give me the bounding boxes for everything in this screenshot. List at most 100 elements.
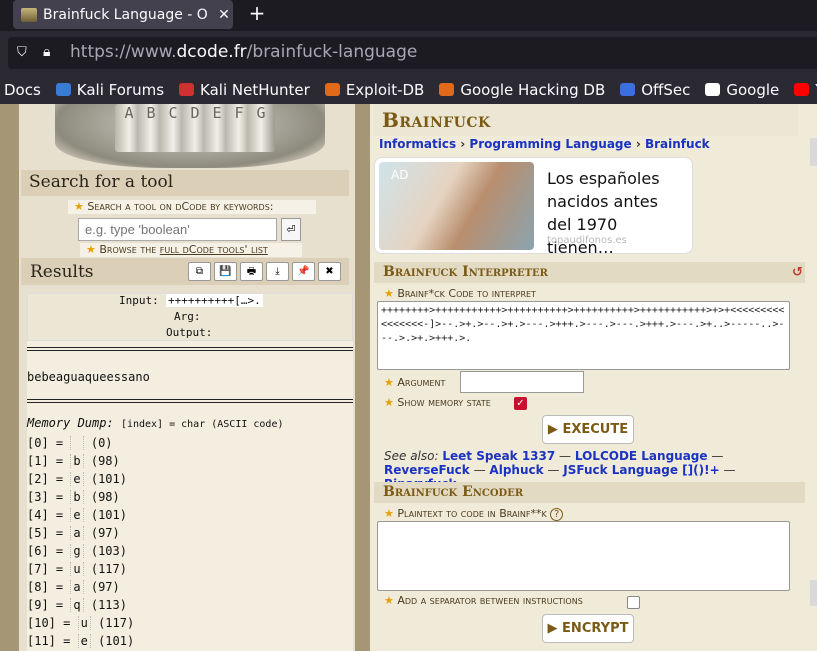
memory-state-checkbox[interactable]: ✓ [514,397,527,410]
interpreter-heading: Brainfuck Interpreter [374,262,805,283]
copy-button[interactable]: ⧉ [188,262,211,281]
bookmark-label: Docs [4,80,41,99]
memory-row: [1] = b (98) [27,454,120,468]
plaintext-textarea[interactable] [377,521,790,591]
breadcrumb-brainfuck[interactable]: Brainfuck [645,137,710,151]
scrollbar-thumb[interactable] [810,580,817,606]
memory-row: [0] = (0) [27,436,113,450]
input-value: ++++++++++[…>. [166,294,263,307]
star-icon: ★ [384,376,394,389]
argument-input[interactable] [460,371,584,393]
encrypt-button[interactable]: ▶ ENCRYPT [542,614,634,643]
bookmark-item[interactable]: YouTube [794,81,817,99]
bookmark-item[interactable]: Docs [4,81,41,99]
code-label: ★ Brainf*ck Code to interpret [384,287,536,300]
pin-button[interactable]: 📌 [292,262,315,281]
bookmark-icon [179,83,195,96]
bookmark-item[interactable]: Google Hacking DB [439,81,605,99]
star-icon: ★ [384,287,394,300]
bookmark-label: Kali Forums [76,80,165,99]
bookmark-icon [324,83,340,96]
page-title: Brainfuck [374,104,798,136]
search-heading: Search for a tool [21,170,349,196]
cryptex-logo: ABCDEFG [55,104,325,168]
memory-row: [3] = b (98) [27,490,120,504]
bookmark-item[interactable]: OffSec [620,81,690,99]
memory-row: [9] = q (113) [27,598,127,612]
memory-row: [10] = u (117) [27,616,135,630]
bookmark-icon [439,83,455,96]
link-alphuck[interactable]: Alphuck [489,463,543,477]
star-icon: ★ [74,200,84,213]
divider [27,399,353,403]
memory-state-label: ★ Show memory state [384,396,491,409]
link-jsfuck[interactable]: JSFuck Language []()!+ [563,463,719,477]
bookmark-icon [705,83,721,96]
tab-close-icon[interactable]: ✕ [215,7,233,23]
link-lolcode[interactable]: LOLCODE Language [575,449,708,463]
memory-row: [7] = u (117) [27,562,127,576]
encoder-heading: Brainfuck Encoder [374,482,805,503]
shield-icon[interactable]: ⛉ [17,45,31,61]
search-button[interactable]: ⏎ [281,218,301,241]
favicon-icon [21,7,37,22]
input-label: Input: [119,294,159,307]
bookmark-item[interactable]: Kali NetHunter [179,81,310,99]
bookmarks-bar: Docs Kali Forums Kali NetHunter Exploit-DB G… [0,75,817,104]
memory-row: [11] = e (101) [27,634,135,648]
bookmark-icon [55,83,71,96]
plaintext-label: ★ Plaintext to code in Brainf**k ? [384,507,564,521]
breadcrumb: Informatics › Programming Language › Bra… [379,137,710,151]
bookmark-item[interactable]: Kali Forums [55,80,165,99]
cryptex-ring: G [247,104,275,152]
lock-icon[interactable]: 🔒︎ [43,44,59,62]
memory-row: [8] = a (97) [27,580,120,594]
bookmark-label: Google Hacking DB [460,80,606,99]
ad-tag: AD [391,168,409,182]
browser-tab[interactable]: Brainfuck Language - O ✕ [13,0,233,29]
results-heading: Results [30,262,94,282]
output-label: Output: [166,326,213,339]
star-icon: ★ [384,507,394,520]
refresh-icon[interactable]: ↺ [792,265,803,280]
bookmark-icon [794,83,810,96]
ad-source: topaudifonos.es [547,235,627,246]
new-tab-button[interactable]: + [247,3,267,25]
star-icon: ★ [86,243,96,256]
tools-list-link[interactable]: full dCode tools' list [160,243,268,256]
scrollbar-thumb[interactable] [810,138,817,166]
divider [27,347,353,351]
bookmark-item[interactable]: Exploit-DB [324,80,425,99]
bookmark-label: Kali NetHunter [200,80,310,99]
memory-row: [5] = a (97) [27,526,120,540]
argument-label: ★ Argument [384,376,446,389]
search-input[interactable] [78,218,277,241]
breadcrumb-programming-language[interactable]: Programming Language [469,137,631,151]
clear-button[interactable]: ✖ [318,262,341,281]
output-text: bebeaguaqueessano [27,370,150,384]
separator-checkbox[interactable] [627,596,640,609]
breadcrumb-informatics[interactable]: Informatics [379,137,456,151]
download-button[interactable]: ⤓ [266,262,289,281]
memory-row: [2] = e (101) [27,472,127,486]
url-text[interactable]: https://www.dcode.fr/brainfuck-language [70,42,417,62]
bookmark-label: OffSec [641,80,691,99]
tab-title: Brainfuck Language - O [43,6,208,23]
link-reversefuck[interactable]: ReverseFuck [384,463,470,477]
save-button[interactable]: 💾 [214,262,237,281]
star-icon: ★ [384,396,394,409]
print-button[interactable]: 🖶 [240,262,263,281]
bookmark-label: Exploit-DB [345,80,425,99]
memory-dump-heading: Memory Dump: [index] = char (ASCII code) [27,416,284,430]
search-label: ★ Search a tool on dCode by keywords: [68,200,316,214]
star-icon: ★ [384,594,394,607]
browse-tools: ★ Browse the full dCode tools' list [80,243,302,257]
code-textarea[interactable]: ++++++++>+++++++++++>++++++++++>++++++++… [377,301,790,370]
memory-row: [6] = g (103) [27,544,127,558]
execute-button[interactable]: ▶ EXECUTE [542,415,634,444]
help-icon[interactable]: ? [550,508,564,521]
arg-label: Arg: [174,310,201,323]
link-leet-speak[interactable]: Leet Speak 1337 [442,449,555,463]
bookmark-item[interactable]: Google [705,81,779,99]
memory-row: [4] = e (101) [27,508,127,522]
